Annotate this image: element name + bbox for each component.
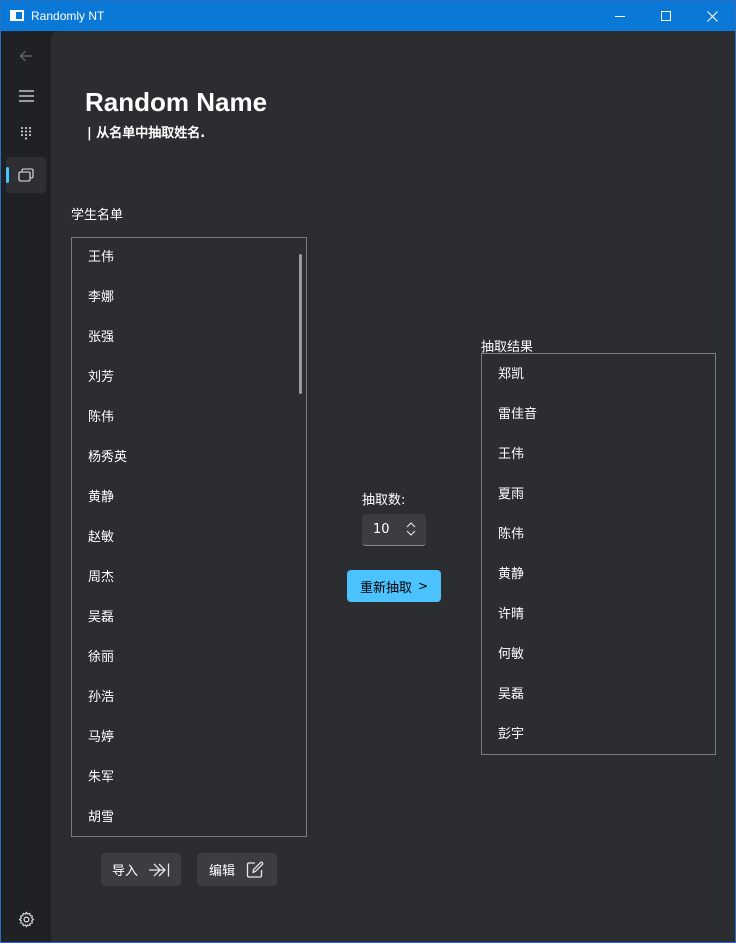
draw-count-label: 抽取数: [362,493,406,508]
close-icon [706,10,718,22]
redraw-button[interactable]: 重新抽取 > [347,570,441,602]
names-list-item[interactable]: 赵敏 [72,518,306,558]
random-name-icon [18,168,34,182]
app-icon [10,10,24,21]
names-list-item[interactable]: 黄静 [72,478,306,518]
draw-count-value[interactable]: 10 [373,522,390,537]
hamburger-menu-icon [18,90,34,102]
selection-indicator [6,167,9,183]
chevron-right-icon: > [417,579,429,593]
names-list-scrollbar[interactable] [299,254,302,394]
title-bar[interactable]: Randomly NT [1,1,735,31]
result-list-item[interactable]: 黄静 [482,555,715,595]
import-arrow-icon [149,863,170,876]
minimize-button[interactable] [597,1,643,31]
back-button[interactable] [6,38,46,74]
maximize-button[interactable] [643,1,689,31]
result-list-item[interactable]: 王伟 [482,435,715,475]
edit-button-label: 编辑 [208,864,235,879]
result-list-item[interactable]: 陈伟 [482,515,715,555]
page-title: Random Name [85,87,268,117]
names-list-item[interactable]: 吴磊 [72,598,306,638]
names-list-item[interactable]: 胡雪 [72,798,306,836]
back-arrow-icon [19,50,32,62]
result-list-item[interactable]: 何敏 [482,635,715,675]
import-button-label: 导入 [111,864,138,879]
app-window: Randomly NT Random Name | 从名单中抽取姓名. 学生名单… [0,0,736,943]
minimize-icon [615,15,625,17]
names-list-item[interactable]: 朱军 [72,758,306,798]
spin-up-down-icon[interactable] [405,521,417,537]
import-button[interactable]: 导入 [101,853,181,886]
settings-button[interactable] [6,901,46,937]
names-list-item[interactable]: 张强 [72,318,306,358]
names-list-item[interactable]: 李娜 [72,278,306,318]
window-title: Randomly NT [31,9,105,23]
settings-gear-icon [18,911,34,927]
hamburger-menu-button[interactable] [6,78,46,114]
nav-item-random-name[interactable] [6,157,46,193]
names-list-label: 学生名单 [71,208,124,223]
maximize-icon [661,11,671,21]
names-list-item[interactable]: 陈伟 [72,398,306,438]
result-list-item[interactable]: 夏雨 [482,475,715,515]
close-button[interactable] [689,1,735,31]
result-list[interactable]: 郑凯 雷佳音 王伟 夏雨 陈伟 黄静 许晴 何敏 吴磊 彭宇 [481,353,716,755]
result-list-item[interactable]: 郑凯 [482,355,715,395]
result-list-item[interactable]: 彭宇 [482,715,715,754]
result-list-item[interactable]: 许晴 [482,595,715,635]
edit-button[interactable]: 编辑 [197,853,277,886]
names-list-item[interactable]: 刘芳 [72,358,306,398]
names-list-item[interactable]: 孙浩 [72,678,306,718]
main-content: Random Name | 从名单中抽取姓名. 学生名单 王伟 李娜 张强 刘芳 陈伟杨… [51,31,735,942]
names-list-item[interactable]: 杨秀英 [72,438,306,478]
names-list-item[interactable]: 周杰 [72,558,306,598]
nav-item-dialpad[interactable] [6,115,46,151]
edit-icon [246,861,264,878]
result-list-item[interactable]: 吴磊 [482,675,715,715]
result-list-item[interactable]: 雷佳音 [482,395,715,435]
names-list-item[interactable]: 徐丽 [72,638,306,678]
redraw-button-label: 重新抽取 [359,580,412,596]
navigation-pane [1,31,51,942]
names-list-item[interactable]: 王伟 [72,238,306,278]
dialpad-icon [21,127,31,140]
draw-count-stepper[interactable]: 10 [362,514,426,546]
names-list[interactable]: 王伟 李娜 张强 刘芳 陈伟 杨秀英 黄静 赵敏 周杰 吴磊 徐丽 孙浩 马婷 朱军 胡雪 [71,237,307,837]
page-subtitle: | 从名单中抽取姓名. [87,126,206,141]
names-list-item[interactable]: 马婷 [72,718,306,758]
